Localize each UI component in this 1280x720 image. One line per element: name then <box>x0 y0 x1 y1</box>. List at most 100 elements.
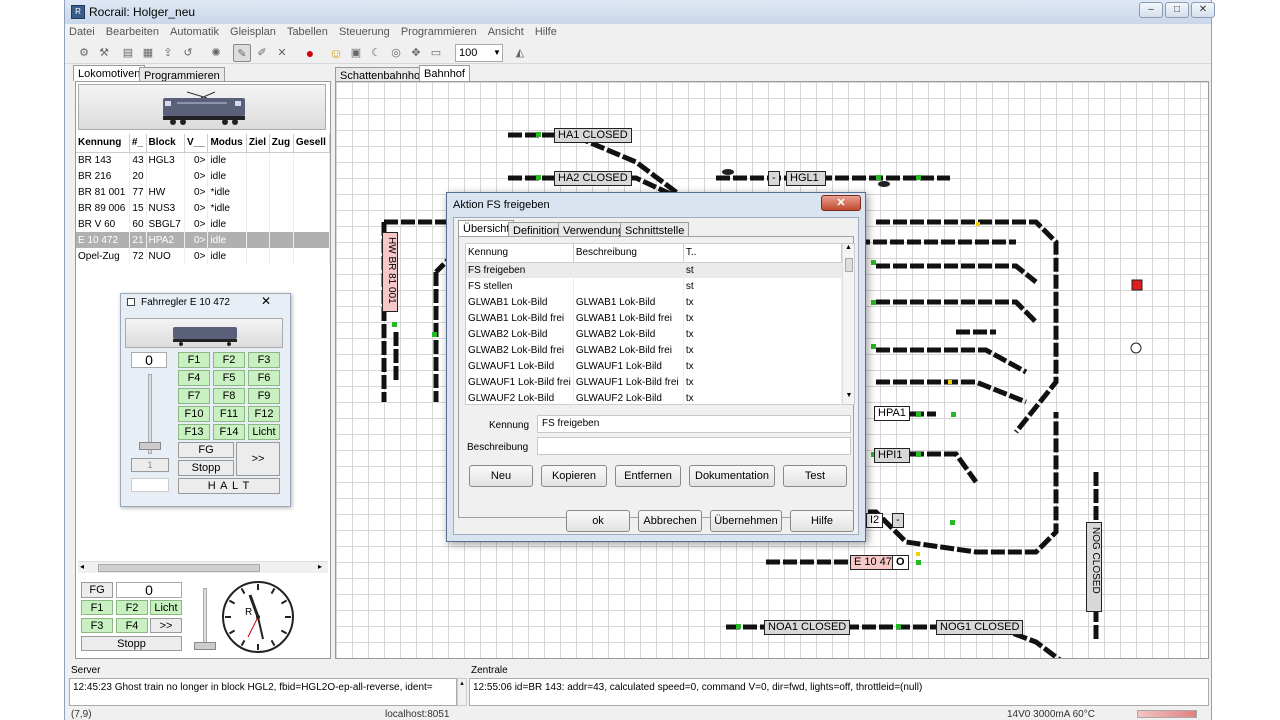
table-row[interactable]: Opel-Zug 72 NUO 0> idle <box>76 248 331 264</box>
close-icon[interactable]: ✕ <box>261 294 271 308</box>
table-row-selected[interactable]: E 10 472 21 HPA2 0> idle <box>76 232 331 248</box>
scrollbar-thumb[interactable] <box>845 258 853 272</box>
menu-bearbeiten[interactable]: Bearbeiten <box>102 24 163 40</box>
block-noa1[interactable]: NOA1 CLOSED <box>764 620 851 635</box>
menu-steuerung[interactable]: Steuerung <box>335 24 394 40</box>
neu-button[interactable]: Neu <box>469 465 533 487</box>
smiley-icon[interactable]: ☺ <box>327 44 345 62</box>
abbrechen-button[interactable]: Abbrechen <box>638 510 702 532</box>
menu-programmieren[interactable]: Programmieren <box>397 24 481 40</box>
table-row[interactable]: BR 81 001 77 HW 0> *idle <box>76 184 331 200</box>
table-row[interactable]: BR 143 43 HGL3 0> idle <box>76 152 331 168</box>
throttle-loco-image[interactable] <box>125 318 283 348</box>
mini-f2-button[interactable]: F2 <box>116 600 148 615</box>
maximize-button[interactable]: □ <box>1165 2 1189 18</box>
pencil-icon[interactable]: ✐ <box>253 44 271 62</box>
tab-schattenbahnhof[interactable]: Schattenbahnhof <box>335 67 429 82</box>
col-zug[interactable]: Zug <box>269 134 294 153</box>
licht-button[interactable]: Licht <box>248 424 280 440</box>
mini-stop-button[interactable]: Stopp <box>81 636 182 651</box>
mini-f3-button[interactable]: F3 <box>81 618 113 633</box>
block-ha2[interactable]: HA2 CLOSED <box>554 171 632 186</box>
edit-mode-icon[interactable]: ✎ <box>233 44 251 62</box>
tab-bahnhof[interactable]: Bahnhof <box>419 65 470 81</box>
f8-button[interactable]: F8 <box>213 388 245 404</box>
block-hw[interactable]: HW BR 81 001 <box>382 232 398 312</box>
stop-button[interactable]: Stopp <box>178 460 234 476</box>
tab-lokomotiven[interactable]: Lokomotiven <box>73 65 146 81</box>
col-nr[interactable]: #_ <box>129 134 147 153</box>
mini-licht-button[interactable]: Licht <box>150 600 182 615</box>
list-item[interactable]: GLWAUF2 Lok-Bild GLWAUF2 Lok-Bild tx <box>466 390 843 406</box>
menu-automatik[interactable]: Automatik <box>166 24 223 40</box>
block-o[interactable]: O <box>892 555 909 570</box>
upload-icon[interactable]: ⇪ <box>159 44 177 62</box>
minimize-button[interactable]: – <box>1139 2 1163 18</box>
f13-button[interactable]: F13 <box>178 424 210 440</box>
mini-f4-button[interactable]: F4 <box>116 618 148 633</box>
block-nog1[interactable]: NOG1 CLOSED <box>936 620 1024 635</box>
mini-fg-button[interactable]: FG <box>81 582 113 598</box>
list-item[interactable]: FS freigeben st <box>466 262 843 278</box>
block-hpa1[interactable]: HPA1 <box>874 406 910 421</box>
menu-hilfe[interactable]: Hilfe <box>531 24 561 40</box>
block-i2[interactable]: I2 <box>866 513 884 528</box>
dialog-close-button[interactable]: ✕ <box>821 195 861 211</box>
speed-slider-handle[interactable] <box>139 442 161 450</box>
menu-tabellen[interactable]: Tabellen <box>283 24 332 40</box>
mini-slider-handle[interactable] <box>194 642 216 650</box>
table-row[interactable]: BR 216 20 0> idle <box>76 168 331 184</box>
col-block[interactable]: Block <box>146 134 185 153</box>
chevron-down-icon[interactable]: ▼ <box>491 44 503 62</box>
scrollbar-thumb[interactable] <box>98 564 260 572</box>
emergency-stop-icon[interactable]: ● <box>301 44 319 62</box>
f7-button[interactable]: F7 <box>178 388 210 404</box>
list-item[interactable]: GLWAB1 Lok-Bild GLWAB1 Lok-Bild tx <box>466 294 843 310</box>
stop-icon[interactable]: ✕ <box>273 44 291 62</box>
uebernehmen-button[interactable]: Übernehmen <box>710 510 782 532</box>
table-row[interactable]: BR 89 006 15 NUS3 0> *idle <box>76 200 331 216</box>
entfernen-button[interactable]: Entfernen <box>615 465 681 487</box>
f4-button[interactable]: F4 <box>178 370 210 386</box>
save-icon[interactable]: ▦ <box>139 44 157 62</box>
beschreibung-field[interactable] <box>537 437 851 455</box>
col-kennung[interactable]: Kennung <box>76 134 130 153</box>
list-item[interactable]: GLWAUF1 Lok-Bild GLWAUF1 Lok-Bild tx <box>466 358 843 374</box>
f6-button[interactable]: F6 <box>248 370 280 386</box>
arrow-up-icon[interactable]: ▲ <box>843 244 854 251</box>
list-item[interactable]: FS stellen st <box>466 278 843 294</box>
fg-button[interactable]: FG <box>178 442 234 458</box>
f2-button[interactable]: F2 <box>213 352 245 368</box>
block-hgl1[interactable]: HGL1 <box>786 171 826 186</box>
mini-f1-button[interactable]: F1 <box>81 600 113 615</box>
mini-speed-slider[interactable] <box>203 588 207 644</box>
menu-datei[interactable]: Datei <box>65 24 99 40</box>
f9-button[interactable]: F9 <box>248 388 280 404</box>
kennung-field[interactable]: FS freigeben <box>537 415 851 433</box>
f5-button[interactable]: F5 <box>213 370 245 386</box>
undo-icon[interactable]: ↺ <box>179 44 197 62</box>
f12-button[interactable]: F12 <box>248 406 280 422</box>
block-nog-vertical[interactable]: NOG CLOSED <box>1086 522 1102 612</box>
mini-more-button[interactable]: >> <box>150 618 182 633</box>
f3-button[interactable]: F3 <box>248 352 280 368</box>
bulb-icon[interactable]: ✺ <box>207 44 225 62</box>
address-field[interactable] <box>131 478 169 492</box>
hilfe-button[interactable]: Hilfe <box>790 510 854 532</box>
table-row[interactable]: BR V 60 60 SBGL7 0> idle <box>76 216 331 232</box>
tab-verwendung[interactable]: Verwendung <box>558 222 630 237</box>
shuffle-icon[interactable]: ☾ <box>367 44 385 62</box>
col-v[interactable]: V__ <box>184 134 209 153</box>
signal-icon[interactable]: ✥ <box>407 44 425 62</box>
tab-programmieren[interactable]: Programmieren <box>139 67 225 82</box>
route-icon[interactable]: ◎ <box>387 44 405 62</box>
col-kennung[interactable]: Kennung <box>466 244 574 263</box>
arrow-right-icon[interactable]: ▸ <box>318 562 322 571</box>
arrow-down-icon[interactable]: ▼ <box>843 392 855 399</box>
block-dash-2[interactable]: - <box>892 513 904 528</box>
server-scrollbar[interactable]: ▴ <box>457 678 467 706</box>
test-button[interactable]: Test <box>783 465 847 487</box>
block-e10[interactable]: E 10 47 <box>850 555 896 570</box>
menu-gleisplan[interactable]: Gleisplan <box>226 24 280 40</box>
close-button[interactable]: ✕ <box>1191 2 1215 18</box>
